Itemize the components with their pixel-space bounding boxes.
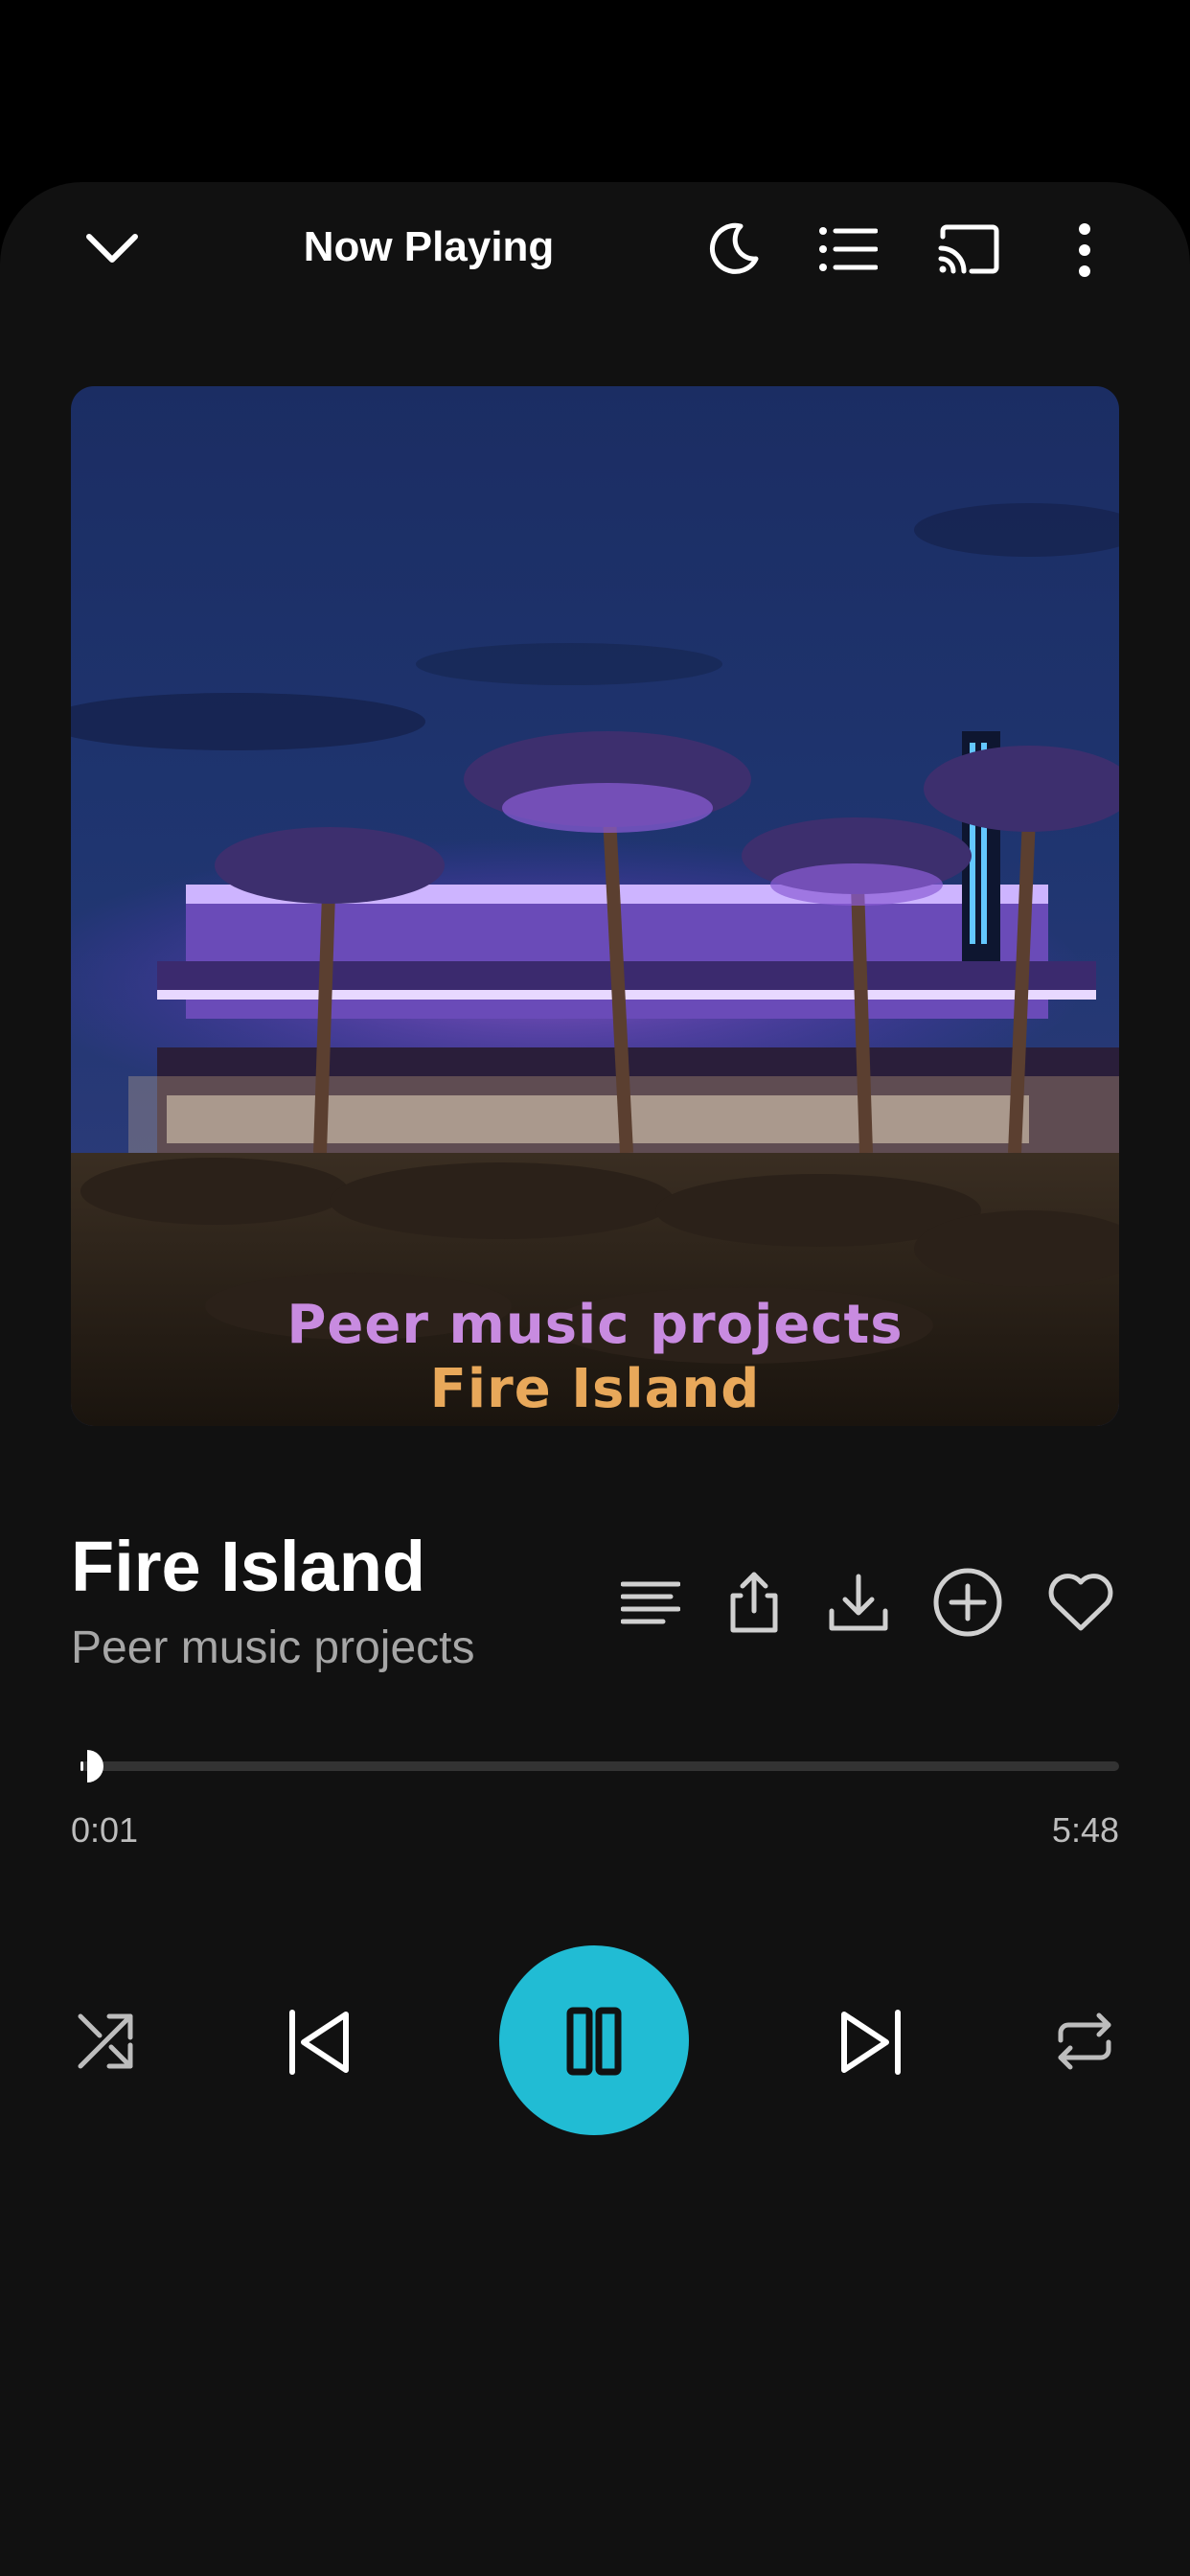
album-art: Peer music projects Fire Island [71,386,1119,1426]
sleep-timer-button[interactable] [699,216,767,283]
cast-icon [938,224,999,274]
download-icon [829,1574,888,1631]
more-vertical-icon [1079,223,1090,277]
download-button[interactable] [824,1568,893,1637]
previous-icon [289,2010,349,2075]
share-icon [730,1572,778,1633]
progress-fill [80,1761,84,1771]
favorite-button[interactable] [1044,1568,1117,1637]
album-art-caption-artist: Peer music projects [286,1294,904,1356]
shuffle-button[interactable] [69,2005,142,2078]
shuffle-icon [78,2013,133,2069]
previous-button[interactable] [278,2001,360,2083]
repeat-icon [1058,2012,1111,2070]
next-button[interactable] [830,2001,912,2083]
album-art-caption-title: Fire Island [429,1358,761,1420]
total-duration: 5:48 [1051,1810,1119,1850]
pause-icon [566,2007,622,2076]
progress-bar[interactable] [80,1761,1119,1771]
more-options-button[interactable] [1064,217,1106,284]
chevron-down-icon [86,234,138,263]
track-artist[interactable]: Peer music projects [71,1620,474,1677]
cast-button[interactable] [931,217,1006,282]
page-title: Now Playing [303,223,555,270]
share-button[interactable] [721,1566,788,1639]
queue-list-icon [819,227,878,271]
lyrics-button[interactable] [617,1572,684,1635]
lyrics-icon [621,1581,680,1624]
add-to-playlist-button[interactable] [931,1566,1004,1639]
track-title: Fire Island [71,1527,426,1606]
moon-icon [709,222,759,274]
repeat-button[interactable] [1048,2005,1121,2078]
add-circle-icon [933,1568,1002,1637]
collapse-button[interactable] [75,217,149,280]
pause-button[interactable] [499,1945,689,2135]
queue-button[interactable] [814,218,881,280]
next-icon [841,2010,901,2075]
heart-icon [1048,1574,1113,1631]
elapsed-time: 0:01 [71,1810,139,1850]
